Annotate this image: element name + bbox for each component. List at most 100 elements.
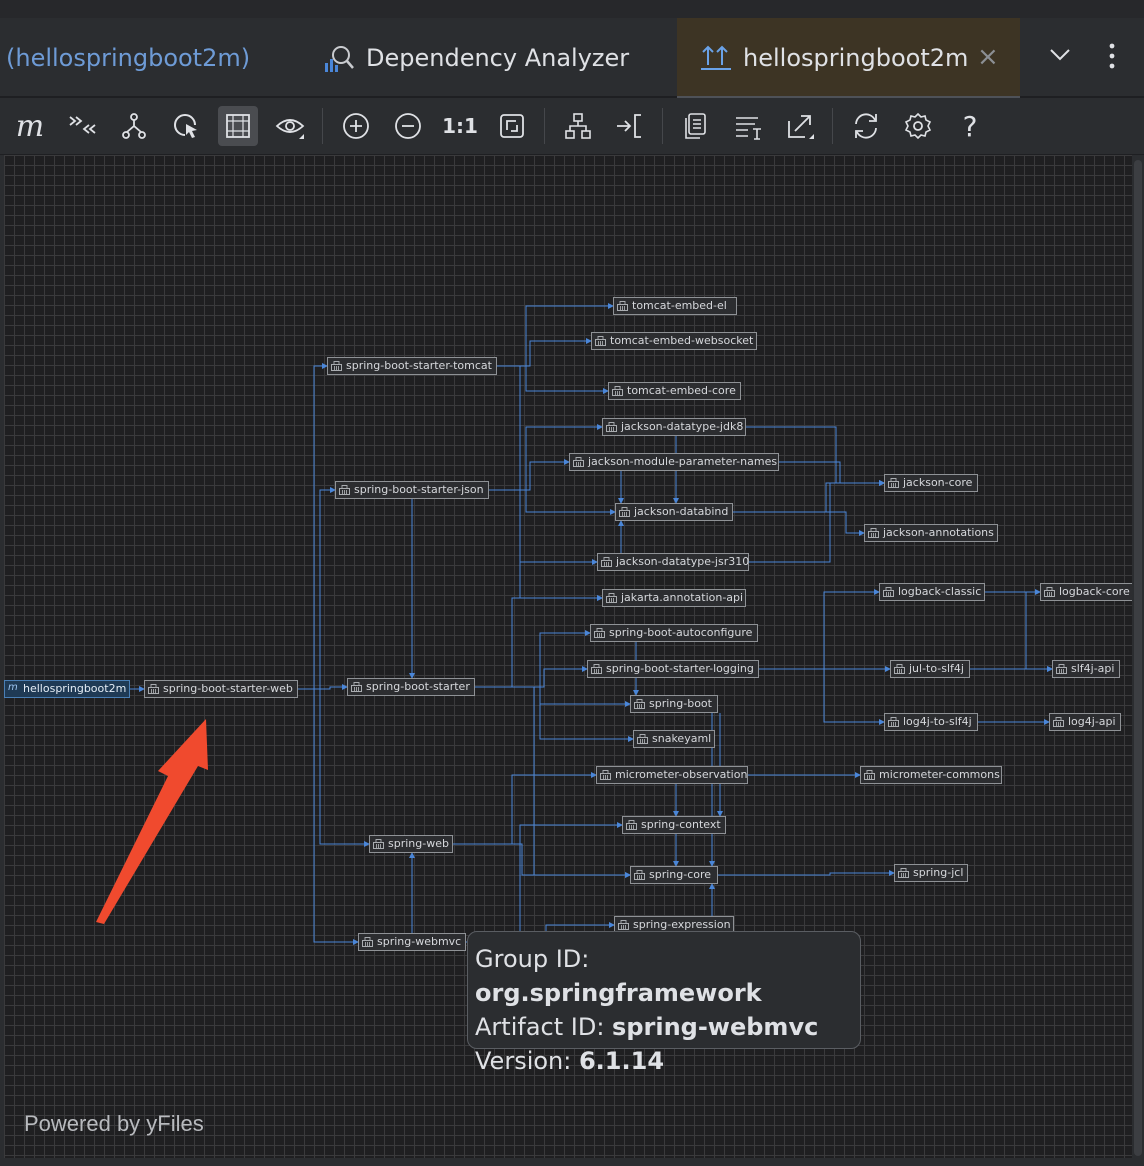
tab-hellospringboot2m-pom[interactable]: (hellospringboot2m) [6, 18, 250, 98]
graph-node-label: log4j-to-slf4j [903, 715, 972, 728]
maven-icon[interactable]: m [10, 106, 50, 146]
graph-node-label: tomcat-embed-core [627, 384, 736, 397]
graph-node-spring-web[interactable]: spring-web [369, 835, 453, 853]
tab-dependency-analyzer[interactable]: Dependency Analyzer [322, 18, 629, 98]
dependency-analyzer-icon [325, 46, 354, 72]
diagram-toolbar: m 1:1 ? [0, 98, 1144, 155]
hierarchy-icon[interactable] [114, 106, 154, 146]
graph-node-tomcat-embed-websocket[interactable]: tomcat-embed-websocket [591, 332, 757, 350]
library-icon [573, 457, 584, 467]
graph-node-spring-boot-starter-logging[interactable]: spring-boot-starter-logging [587, 660, 759, 678]
graph-node-spring-core[interactable]: spring-core [630, 866, 718, 884]
graph-node-jackson-annotations[interactable]: jackson-annotations [864, 524, 998, 542]
graph-node-spring-boot-starter[interactable]: spring-boot-starter [347, 678, 475, 696]
graph-node-micrometer-commons[interactable]: micrometer-commons [860, 766, 1002, 784]
tab-hellospringboot2m-diagram[interactable]: hellospringboot2m × [677, 18, 1020, 100]
library-icon [601, 557, 612, 567]
graph-node-logback-core[interactable]: logback-core [1040, 583, 1132, 601]
library-icon [888, 717, 899, 727]
graph-node-label: spring-boot-starter-web [163, 682, 293, 695]
library-icon [1053, 717, 1064, 727]
text-format-icon[interactable] [728, 106, 768, 146]
graph-node-spring-boot-starter-json[interactable]: spring-boot-starter-json [335, 481, 489, 499]
maven-module-icon: m [8, 682, 18, 693]
tab-list-chevron-down-icon[interactable] [1048, 42, 1072, 72]
graph-node-label: jackson-datatype-jsr310 [616, 555, 750, 568]
graph-node-micrometer-observation[interactable]: micrometer-observation [596, 766, 748, 784]
collapse-expand-icon[interactable] [62, 106, 102, 146]
graph-node-slf4j-api[interactable]: slf4j-api [1052, 660, 1120, 678]
graph-node-jackson-module-parameter-names[interactable]: jackson-module-parameter-names [569, 453, 779, 471]
graph-node-jakarta-annotation-api[interactable]: jakarta.annotation-api [602, 589, 746, 607]
graph-node-label: snakeyaml [652, 732, 712, 745]
artifact-id-value: spring-webmvc [612, 1013, 819, 1041]
settings-gear-icon[interactable] [898, 106, 938, 146]
library-icon [606, 593, 617, 603]
graph-node-label: spring-webmvc [377, 935, 462, 948]
fit-page-icon[interactable] [492, 106, 532, 146]
apply-layout-icon[interactable] [610, 106, 650, 146]
library-icon [637, 734, 648, 744]
fit-content-icon[interactable] [218, 106, 258, 146]
visibility-eye-icon[interactable] [270, 106, 310, 146]
select-node-icon[interactable] [166, 106, 206, 146]
graph-node-jackson-datatype-jdk8[interactable]: jackson-datatype-jdk8 [602, 418, 746, 436]
more-options-icon[interactable] [1104, 42, 1120, 76]
diagram-icon [701, 45, 731, 70]
graph-node-spring-jcl[interactable]: spring-jcl [894, 864, 968, 882]
graph-node-spring-boot[interactable]: spring-boot [630, 695, 718, 713]
graph-node-spring-boot-starter-web[interactable]: spring-boot-starter-web [144, 680, 298, 698]
graph-node-label: spring-boot-starter-logging [606, 662, 754, 675]
graph-node-tomcat-embed-el[interactable]: tomcat-embed-el [613, 297, 737, 315]
graph-node-spring-boot-autoconfigure[interactable]: spring-boot-autoconfigure [590, 624, 758, 642]
graph-node-label: jackson-module-parameter-names [588, 455, 778, 468]
library-icon [626, 820, 637, 830]
export-icon[interactable] [780, 106, 820, 146]
graph-node-label: tomcat-embed-websocket [610, 334, 754, 347]
library-icon [331, 361, 342, 371]
graph-node-jul-to-slf4j[interactable]: jul-to-slf4j [890, 660, 970, 678]
library-icon [594, 628, 605, 638]
graph-node-label: jakarta.annotation-api [621, 591, 744, 604]
toolbar-separator [662, 108, 663, 144]
library-icon [606, 422, 617, 432]
graph-node-label: jackson-core [903, 476, 973, 489]
zoom-out-icon[interactable] [388, 106, 428, 146]
graph-node-label: spring-boot-autoconfigure [609, 626, 753, 639]
graph-node-label: spring-jcl [913, 866, 964, 879]
graph-node-hellospringboot2m[interactable]: m hellospringboot2m [4, 680, 130, 698]
library-icon [600, 770, 611, 780]
library-icon [619, 507, 630, 517]
graph-node-label: spring-boot-starter-json [354, 483, 484, 496]
graph-node-label: slf4j-api [1071, 662, 1115, 675]
graph-node-label: jackson-datatype-jdk8 [621, 420, 744, 433]
actual-size-button[interactable]: 1:1 [440, 106, 480, 146]
layout-icon[interactable] [558, 106, 598, 146]
graph-node-log4j-api[interactable]: log4j-api [1049, 713, 1121, 731]
graph-node-spring-context[interactable]: spring-context [622, 816, 726, 834]
close-tab-icon[interactable]: × [977, 42, 999, 72]
graph-node-label: spring-boot-starter [366, 680, 470, 693]
graph-node-log4j-to-slf4j[interactable]: log4j-to-slf4j [884, 713, 978, 731]
horizontal-scrollbar[interactable] [0, 1158, 1144, 1166]
library-icon [617, 301, 628, 311]
vertical-scrollbar-thumb[interactable] [1134, 160, 1142, 1156]
graph-node-label: logback-core [1059, 585, 1130, 598]
tooltip-artifact-row: Artifact ID: spring-webmvc [475, 1013, 819, 1041]
tab-label: Dependency Analyzer [366, 44, 630, 72]
graph-node-label: logback-classic [898, 585, 982, 598]
help-button[interactable]: ? [950, 106, 990, 146]
refresh-icon[interactable] [846, 106, 886, 146]
graph-node-jackson-datatype-jsr310[interactable]: jackson-datatype-jsr310 [597, 553, 749, 571]
tooltip-version-row: Version: 6.1.14 [475, 1047, 665, 1075]
graph-node-jackson-core[interactable]: jackson-core [884, 474, 978, 492]
tab-label: (hellospringboot2m) [6, 44, 251, 72]
graph-node-snakeyaml[interactable]: snakeyaml [633, 730, 715, 748]
graph-node-spring-boot-starter-tomcat[interactable]: spring-boot-starter-tomcat [327, 357, 497, 375]
copy-icon[interactable] [676, 106, 716, 146]
zoom-in-icon[interactable] [336, 106, 376, 146]
graph-node-logback-classic[interactable]: logback-classic [879, 583, 985, 601]
graph-node-jackson-databind[interactable]: jackson-databind [615, 503, 733, 521]
graph-node-spring-webmvc[interactable]: spring-webmvc [358, 933, 466, 951]
graph-node-tomcat-embed-core[interactable]: tomcat-embed-core [608, 382, 741, 400]
